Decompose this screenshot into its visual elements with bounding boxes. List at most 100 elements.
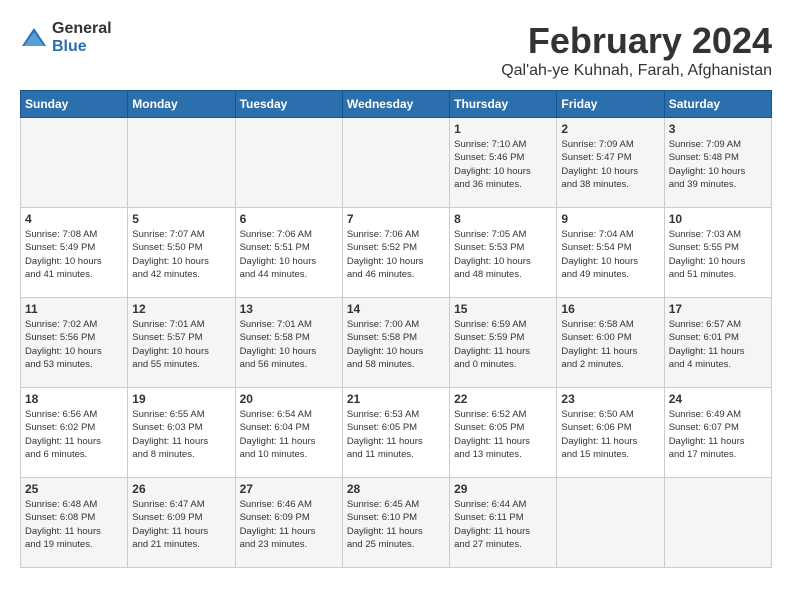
day-info: Sunrise: 7:07 AMSunset: 5:50 PMDaylight:… — [132, 228, 230, 281]
day-info: Sunrise: 6:50 AMSunset: 6:06 PMDaylight:… — [561, 408, 659, 461]
day-number: 29 — [454, 482, 552, 496]
day-cell: 17 Sunrise: 6:57 AMSunset: 6:01 PMDayligh… — [664, 298, 771, 388]
logo: General Blue — [20, 20, 112, 55]
day-cell — [128, 118, 235, 208]
day-number: 10 — [669, 212, 767, 226]
day-info: Sunrise: 6:59 AMSunset: 5:59 PMDaylight:… — [454, 318, 552, 371]
day-number: 19 — [132, 392, 230, 406]
day-cell: 3Sunrise: 7:09 AMSunset: 5:48 PMDaylight… — [664, 118, 771, 208]
week-row-3: 11 Sunrise: 7:02 AMSunset: 5:56 PMDayligh… — [21, 298, 772, 388]
header-cell-thursday: Thursday — [450, 91, 557, 118]
day-number: 1 — [454, 122, 552, 136]
week-row-2: 4Sunrise: 7:08 AMSunset: 5:49 PMDaylight… — [21, 208, 772, 298]
day-info: Sunrise: 6:49 AMSunset: 6:07 PMDaylight:… — [669, 408, 767, 461]
calendar-header: SundayMondayTuesdayWednesdayThursdayFrid… — [21, 91, 772, 118]
day-number: 23 — [561, 392, 659, 406]
day-cell: 7 Sunrise: 7:06 AMSunset: 5:52 PMDaylight… — [342, 208, 449, 298]
day-info: Sunrise: 7:09 AMSunset: 5:47 PMDaylight:… — [561, 138, 659, 191]
day-cell — [235, 118, 342, 208]
day-info: Sunrise: 7:06 AMSunset: 5:52 PMDaylight:… — [347, 228, 445, 281]
header-cell-friday: Friday — [557, 91, 664, 118]
day-cell: 22Sunrise: 6:52 AMSunset: 6:05 PMDayligh… — [450, 388, 557, 478]
day-cell: 11 Sunrise: 7:02 AMSunset: 5:56 PMDayligh… — [21, 298, 128, 388]
day-cell: 2 Sunrise: 7:09 AMSunset: 5:47 PMDaylight… — [557, 118, 664, 208]
day-cell — [342, 118, 449, 208]
day-number: 21 — [347, 392, 445, 406]
day-info: Sunrise: 7:06 AMSunset: 5:51 PMDaylight:… — [240, 228, 338, 281]
day-info: Sunrise: 7:05 AMSunset: 5:53 PMDaylight:… — [454, 228, 552, 281]
day-info: Sunrise: 7:10 AMSunset: 5:46 PMDaylight:… — [454, 138, 552, 191]
day-cell: 28Sunrise: 6:45 AMSunset: 6:10 PMDayligh… — [342, 478, 449, 568]
day-cell: 12 Sunrise: 7:01 AMSunset: 5:57 PMDayligh… — [128, 298, 235, 388]
day-info: Sunrise: 6:46 AMSunset: 6:09 PMDaylight:… — [240, 498, 338, 551]
day-cell: 21Sunrise: 6:53 AMSunset: 6:05 PMDayligh… — [342, 388, 449, 478]
day-info: Sunrise: 6:54 AMSunset: 6:04 PMDaylight:… — [240, 408, 338, 461]
day-number: 11 — [25, 302, 123, 316]
day-number: 18 — [25, 392, 123, 406]
logo-text: General Blue — [52, 20, 112, 55]
header-cell-saturday: Saturday — [664, 91, 771, 118]
day-number: 17 — [669, 302, 767, 316]
day-cell: 24 Sunrise: 6:49 AMSunset: 6:07 PMDayligh… — [664, 388, 771, 478]
day-info: Sunrise: 6:56 AMSunset: 6:02 PMDaylight:… — [25, 408, 123, 461]
day-cell: 6 Sunrise: 7:06 AMSunset: 5:51 PMDaylight… — [235, 208, 342, 298]
day-info: Sunrise: 7:01 AMSunset: 5:57 PMDaylight:… — [132, 318, 230, 371]
day-number: 12 — [132, 302, 230, 316]
day-number: 27 — [240, 482, 338, 496]
day-number: 7 — [347, 212, 445, 226]
day-number: 25 — [25, 482, 123, 496]
day-number: 16 — [561, 302, 659, 316]
day-cell: 10 Sunrise: 7:03 AMSunset: 5:55 PMDayligh… — [664, 208, 771, 298]
day-number: 5 — [132, 212, 230, 226]
day-number: 2 — [561, 122, 659, 136]
page-header: General Blue February 2024 Qal'ah-ye Kuh… — [20, 20, 772, 80]
day-info: Sunrise: 6:58 AMSunset: 6:00 PMDaylight:… — [561, 318, 659, 371]
day-info: Sunrise: 6:48 AMSunset: 6:08 PMDaylight:… — [25, 498, 123, 551]
day-info: Sunrise: 7:01 AMSunset: 5:58 PMDaylight:… — [240, 318, 338, 371]
day-info: Sunrise: 6:47 AMSunset: 6:09 PMDaylight:… — [132, 498, 230, 551]
calendar-table: SundayMondayTuesdayWednesdayThursdayFrid… — [20, 90, 772, 568]
calendar-body: 1 Sunrise: 7:10 AMSunset: 5:46 PMDaylight… — [21, 118, 772, 568]
day-cell: 19 Sunrise: 6:55 AMSunset: 6:03 PMDayligh… — [128, 388, 235, 478]
day-cell: 20 Sunrise: 6:54 AMSunset: 6:04 PMDayligh… — [235, 388, 342, 478]
day-cell: 8 Sunrise: 7:05 AMSunset: 5:53 PMDaylight… — [450, 208, 557, 298]
day-info: Sunrise: 7:00 AMSunset: 5:58 PMDaylight:… — [347, 318, 445, 371]
day-cell: 16 Sunrise: 6:58 AMSunset: 6:00 PMDayligh… — [557, 298, 664, 388]
day-info: Sunrise: 6:45 AMSunset: 6:10 PMDaylight:… — [347, 498, 445, 551]
day-cell: 18 Sunrise: 6:56 AMSunset: 6:02 PMDayligh… — [21, 388, 128, 478]
day-info: Sunrise: 7:04 AMSunset: 5:54 PMDaylight:… — [561, 228, 659, 281]
day-cell: 4Sunrise: 7:08 AMSunset: 5:49 PMDaylight… — [21, 208, 128, 298]
day-cell: 25 Sunrise: 6:48 AMSunset: 6:08 PMDayligh… — [21, 478, 128, 568]
day-cell: 1 Sunrise: 7:10 AMSunset: 5:46 PMDaylight… — [450, 118, 557, 208]
day-number: 20 — [240, 392, 338, 406]
day-info: Sunrise: 6:57 AMSunset: 6:01 PMDaylight:… — [669, 318, 767, 371]
day-number: 3 — [669, 122, 767, 136]
day-number: 6 — [240, 212, 338, 226]
header-cell-tuesday: Tuesday — [235, 91, 342, 118]
day-info: Sunrise: 7:03 AMSunset: 5:55 PMDaylight:… — [669, 228, 767, 281]
header-row: SundayMondayTuesdayWednesdayThursdayFrid… — [21, 91, 772, 118]
day-number: 8 — [454, 212, 552, 226]
day-info: Sunrise: 6:44 AMSunset: 6:11 PMDaylight:… — [454, 498, 552, 551]
day-cell: 29 Sunrise: 6:44 AMSunset: 6:11 PMDayligh… — [450, 478, 557, 568]
day-cell — [21, 118, 128, 208]
day-cell: 13Sunrise: 7:01 AMSunset: 5:58 PMDayligh… — [235, 298, 342, 388]
day-cell: 23 Sunrise: 6:50 AMSunset: 6:06 PMDayligh… — [557, 388, 664, 478]
week-row-4: 18 Sunrise: 6:56 AMSunset: 6:02 PMDayligh… — [21, 388, 772, 478]
day-cell: 5 Sunrise: 7:07 AMSunset: 5:50 PMDaylight… — [128, 208, 235, 298]
day-info: Sunrise: 7:08 AMSunset: 5:49 PMDaylight:… — [25, 228, 123, 281]
day-number: 9 — [561, 212, 659, 226]
day-number: 24 — [669, 392, 767, 406]
day-info: Sunrise: 6:55 AMSunset: 6:03 PMDaylight:… — [132, 408, 230, 461]
header-cell-sunday: Sunday — [21, 91, 128, 118]
day-number: 26 — [132, 482, 230, 496]
header-cell-monday: Monday — [128, 91, 235, 118]
logo-blue: Blue — [52, 38, 112, 56]
day-number: 15 — [454, 302, 552, 316]
week-row-5: 25 Sunrise: 6:48 AMSunset: 6:08 PMDayligh… — [21, 478, 772, 568]
calendar-title: February 2024 — [501, 20, 772, 62]
day-cell: 26 Sunrise: 6:47 AMSunset: 6:09 PMDayligh… — [128, 478, 235, 568]
day-cell: 27 Sunrise: 6:46 AMSunset: 6:09 PMDayligh… — [235, 478, 342, 568]
day-info: Sunrise: 7:02 AMSunset: 5:56 PMDaylight:… — [25, 318, 123, 371]
logo-general: General — [52, 20, 112, 38]
